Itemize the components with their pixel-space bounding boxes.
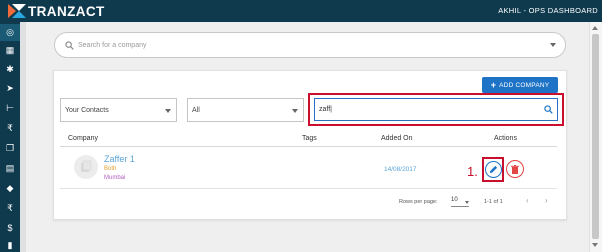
scroll-up-arrow-icon[interactable] bbox=[592, 26, 598, 30]
rocket-icon: ◆ bbox=[6, 183, 14, 193]
column-header-tags[interactable]: Tags bbox=[302, 135, 317, 142]
next-page-button[interactable]: › bbox=[545, 196, 548, 205]
company-filter-input[interactable]: zaff| bbox=[314, 98, 558, 121]
company-search-placeholder: Search for a company bbox=[78, 41, 147, 49]
sidebar-item-chart[interactable]: ▮ bbox=[0, 237, 20, 252]
pagination-range: 1-1 of 1 bbox=[484, 199, 503, 205]
company-placeholder-icon bbox=[81, 160, 92, 172]
rows-per-page-label: Rows per page: bbox=[399, 199, 438, 205]
sidebar-item-tree[interactable]: ⊢ bbox=[0, 100, 20, 117]
company-name-link[interactable]: Zaffer 1 bbox=[104, 154, 135, 164]
tranzact-logo-icon bbox=[6, 2, 28, 20]
tree-icon: ⊢ bbox=[6, 103, 14, 113]
scrollbar-thumb[interactable] bbox=[592, 34, 599, 239]
trash-icon bbox=[511, 164, 519, 174]
user-dashboard-label[interactable]: AKHIL - OPS DASHBOARD bbox=[498, 6, 598, 15]
rupee-icon: ₹ bbox=[7, 123, 13, 133]
company-search-input[interactable]: Search for a company bbox=[54, 32, 566, 58]
sidebar-item-building[interactable]: ▦ bbox=[0, 42, 20, 59]
search-icon bbox=[544, 105, 553, 114]
sidebar-item-clipboard[interactable]: ▤ bbox=[0, 160, 20, 177]
pencil-icon bbox=[489, 165, 498, 174]
top-bar: TRANZACT AKHIL - OPS DASHBOARD bbox=[0, 0, 602, 22]
sidebar-item-documents[interactable]: ❐ bbox=[0, 140, 20, 157]
sidebar-item-globe[interactable]: ◎ bbox=[0, 24, 20, 41]
logo[interactable]: TRANZACT bbox=[6, 2, 105, 20]
company-type: Both bbox=[104, 166, 117, 172]
column-header-added-on[interactable]: Added On bbox=[381, 135, 413, 142]
sidebar-item-rocket[interactable]: ◆ bbox=[0, 180, 20, 197]
step-annotation: 1. bbox=[467, 164, 478, 179]
brand-name: TRANZACT bbox=[28, 3, 105, 19]
rows-per-page-select[interactable]: 10 bbox=[451, 197, 469, 207]
contacts-filter-value: Your Contacts bbox=[65, 106, 109, 114]
globe-icon: ◎ bbox=[6, 27, 14, 37]
chevron-down-icon bbox=[465, 201, 469, 204]
scroll-down-arrow-icon[interactable] bbox=[592, 243, 598, 247]
type-filter-select[interactable]: All bbox=[187, 98, 304, 122]
sidebar-item-send[interactable]: ➤ bbox=[0, 80, 20, 97]
settings-icon: ✱ bbox=[6, 64, 14, 74]
sidebar-item-rupee[interactable]: ₹ bbox=[0, 120, 20, 137]
add-company-button[interactable]: + ADD COMPANY bbox=[482, 77, 558, 93]
company-city: Mumbai bbox=[104, 175, 126, 181]
column-header-company[interactable]: Company bbox=[68, 135, 98, 142]
currency-exchange-icon: ₹ bbox=[7, 203, 13, 213]
chart-icon: ▮ bbox=[7, 240, 13, 250]
contacts-filter-select[interactable]: Your Contacts bbox=[60, 98, 177, 122]
chevron-down-icon[interactable] bbox=[550, 43, 556, 47]
delete-button[interactable] bbox=[506, 160, 524, 178]
sidebar-item-exchange[interactable]: ₹ bbox=[0, 200, 20, 217]
company-filter-value: zaff| bbox=[319, 106, 332, 113]
search-icon bbox=[65, 40, 74, 50]
add-company-label: ADD COMPANY bbox=[499, 81, 550, 89]
chevron-down-icon bbox=[292, 109, 298, 113]
avatar bbox=[74, 155, 98, 179]
clipboard-icon: ▤ bbox=[5, 163, 15, 173]
chevron-down-icon bbox=[165, 109, 171, 113]
row-divider bbox=[60, 188, 557, 189]
previous-page-button[interactable]: ‹ bbox=[526, 196, 529, 205]
dollar-tag-icon: $ bbox=[7, 222, 13, 233]
sidebar-item-dollar-tag[interactable]: $ bbox=[0, 219, 20, 236]
added-on-date: 14/08/2017 bbox=[384, 166, 417, 173]
sidebar-divider bbox=[20, 22, 26, 252]
type-filter-value: All bbox=[192, 106, 200, 114]
sidebar-item-settings[interactable]: ✱ bbox=[0, 61, 20, 78]
edit-button[interactable] bbox=[485, 161, 502, 178]
plus-icon: + bbox=[490, 80, 497, 90]
building-icon: ▦ bbox=[5, 45, 15, 55]
sidebar: ◎ ▦ ✱ ➤ ⊢ ₹ ❐ ▤ ◆ ₹ $ ▮ bbox=[0, 22, 20, 252]
send-icon: ➤ bbox=[6, 83, 14, 93]
rows-per-page-value: 10 bbox=[451, 197, 458, 203]
column-header-actions: Actions bbox=[494, 135, 517, 142]
documents-icon: ❐ bbox=[5, 143, 15, 153]
header-divider bbox=[60, 146, 557, 147]
